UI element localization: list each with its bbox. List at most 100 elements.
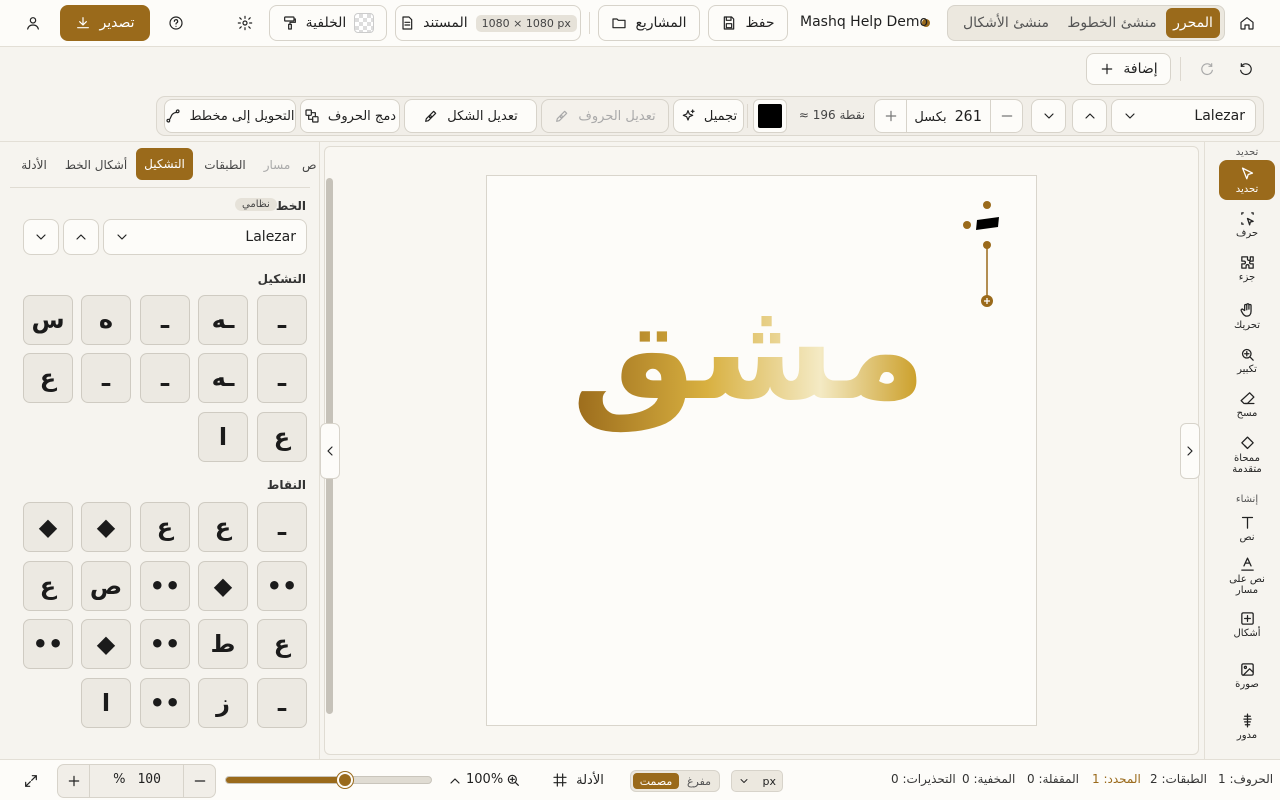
dots-tile[interactable]: ◆ bbox=[23, 502, 73, 552]
font-select[interactable]: Lalezar bbox=[1111, 99, 1256, 133]
edit-shape-button[interactable]: تعديل الشكل bbox=[404, 99, 537, 133]
tab-tashkeel[interactable]: التشكيل bbox=[136, 148, 193, 180]
size-increase-button[interactable] bbox=[875, 100, 907, 132]
artboard[interactable]: مشق bbox=[486, 175, 1037, 726]
redo-button[interactable] bbox=[1193, 55, 1221, 83]
tashkeel-tile[interactable]: ع bbox=[23, 353, 73, 403]
convert-to-path-button[interactable]: التحويل إلى مخطط bbox=[164, 99, 296, 133]
zoom-slider-thumb[interactable] bbox=[336, 772, 353, 788]
fullscreen-button[interactable] bbox=[18, 768, 44, 794]
undo-button[interactable] bbox=[1232, 55, 1260, 83]
dots-tile[interactable]: •• bbox=[257, 561, 307, 611]
tab-layers[interactable]: الطبقات bbox=[198, 150, 252, 180]
tab-guides[interactable]: الأدلة bbox=[14, 150, 54, 180]
tool-erase[interactable]: مسح bbox=[1219, 390, 1275, 419]
zoom-slider[interactable] bbox=[225, 772, 432, 788]
collapse-left-panel-button[interactable] bbox=[320, 423, 340, 479]
dots-tile[interactable]: ع bbox=[198, 502, 248, 552]
tashkeel-tile[interactable]: ع bbox=[257, 412, 307, 462]
color-picker[interactable] bbox=[753, 99, 787, 133]
tool-move[interactable]: تحريك bbox=[1219, 302, 1275, 331]
tashkeel-tile[interactable]: ـ bbox=[257, 295, 307, 345]
guides-toggle[interactable]: الأدلة bbox=[546, 767, 610, 793]
dots-tile[interactable]: ز bbox=[198, 678, 248, 728]
tashkeel-tile[interactable]: ـه bbox=[198, 353, 248, 403]
zoom-out-button[interactable] bbox=[183, 765, 215, 797]
zoom-input[interactable]: % 100 bbox=[92, 772, 182, 787]
tab-shape-builder[interactable]: منشئ الأشكال bbox=[954, 8, 1058, 38]
tashkeel-tile[interactable]: س bbox=[23, 295, 73, 345]
tool-image-label: صورة bbox=[1235, 679, 1259, 690]
tashkeel-tile[interactable]: ـ bbox=[140, 295, 190, 345]
tool-letter[interactable]: حرف bbox=[1219, 210, 1275, 239]
size-input[interactable]: بكسل 261 bbox=[908, 107, 988, 125]
tool-text-label: نص bbox=[1239, 532, 1255, 543]
dots-tile[interactable]: ـ bbox=[257, 502, 307, 552]
tool-text[interactable]: نص bbox=[1219, 514, 1275, 543]
dots-tile[interactable]: ـ bbox=[257, 678, 307, 728]
tool-text-on-path[interactable]: نص على مسار bbox=[1219, 556, 1275, 596]
tab-text[interactable]: ص bbox=[302, 150, 319, 180]
projects-button[interactable]: المشاريع bbox=[598, 5, 700, 41]
create-section-title: إنشاء bbox=[1235, 494, 1259, 505]
dots-tile[interactable]: ◆ bbox=[198, 561, 248, 611]
tashkeel-tile[interactable]: ـ bbox=[257, 353, 307, 403]
document-button[interactable]: المستند 1080 × 1080 px bbox=[395, 5, 581, 41]
fill-mode-hollow[interactable]: مفرغ bbox=[681, 773, 717, 789]
home-button[interactable] bbox=[1232, 9, 1262, 37]
tool-zoom[interactable]: تكبير bbox=[1219, 346, 1275, 375]
tools-sidebar: تحديد تحديد حرف جزء تحريك تكبير مسح ممحا… bbox=[1204, 142, 1280, 759]
zoom-fit-button[interactable] bbox=[502, 769, 524, 791]
tool-select[interactable]: تحديد bbox=[1219, 166, 1275, 195]
artwork-text[interactable]: مشق bbox=[571, 269, 926, 432]
tab-font-builder[interactable]: منشئ الخطوط bbox=[1062, 8, 1162, 38]
panel-font-select[interactable]: Lalezar bbox=[103, 219, 307, 255]
font-prev-button[interactable] bbox=[1031, 99, 1066, 133]
tool-advanced-eraser[interactable]: ممحاة متقدمة bbox=[1219, 435, 1275, 475]
help-button[interactable] bbox=[163, 9, 189, 37]
tool-image[interactable]: صورة bbox=[1219, 661, 1275, 690]
edit-letters-button[interactable]: تعديل الحروف bbox=[541, 99, 669, 133]
dots-tile[interactable]: •• bbox=[140, 619, 190, 669]
dots-tile[interactable]: ◆ bbox=[81, 502, 131, 552]
panel-font-prev-button[interactable] bbox=[23, 219, 59, 255]
zoom-presets-button[interactable] bbox=[446, 770, 464, 792]
dots-tile[interactable]: ص bbox=[81, 561, 131, 611]
export-button[interactable]: تصدير bbox=[60, 5, 150, 41]
tab-font-shapes[interactable]: أشكال الخط bbox=[60, 150, 132, 180]
tool-shapes[interactable]: أشكال bbox=[1219, 610, 1275, 639]
tool-part[interactable]: جزء bbox=[1219, 254, 1275, 283]
dots-tile[interactable]: ◆ bbox=[81, 619, 131, 669]
tab-path[interactable]: مسار bbox=[258, 150, 296, 180]
collapse-right-panel-button[interactable] bbox=[1180, 423, 1200, 479]
tashkeel-tile[interactable]: ـه bbox=[198, 295, 248, 345]
tashkeel-tile[interactable]: ـ bbox=[140, 353, 190, 403]
panel-font-next-button[interactable] bbox=[63, 219, 99, 255]
tab-editor[interactable]: المحرر bbox=[1166, 8, 1220, 38]
fill-mode-solid[interactable]: مصمت bbox=[633, 773, 679, 789]
merge-letters-button[interactable]: دمج الحروف bbox=[300, 99, 400, 133]
dots-tile[interactable]: ع bbox=[140, 502, 190, 552]
add-button[interactable]: إضافة bbox=[1086, 53, 1171, 85]
dots-tile[interactable]: ع bbox=[23, 561, 73, 611]
zoom-in-button[interactable] bbox=[58, 765, 90, 797]
dots-tile[interactable]: ع bbox=[257, 619, 307, 669]
background-button[interactable]: الخلفية bbox=[269, 5, 387, 41]
settings-button[interactable] bbox=[232, 9, 258, 37]
beautify-button[interactable]: تجميل bbox=[673, 99, 744, 133]
dots-tile[interactable]: •• bbox=[140, 678, 190, 728]
account-button[interactable] bbox=[20, 9, 46, 37]
tool-rotate[interactable]: مدور bbox=[1219, 712, 1275, 741]
dots-tile[interactable]: •• bbox=[23, 619, 73, 669]
save-button[interactable]: حفظ bbox=[708, 5, 788, 41]
unit-select[interactable]: px bbox=[731, 770, 783, 792]
size-decrease-button[interactable] bbox=[990, 100, 1022, 132]
tashkeel-tile[interactable]: ـ bbox=[81, 353, 131, 403]
selection-handles[interactable] bbox=[963, 201, 999, 307]
dots-tile[interactable]: ط bbox=[198, 619, 248, 669]
dots-tile[interactable]: ا bbox=[81, 678, 131, 728]
dots-tile[interactable]: •• bbox=[140, 561, 190, 611]
tashkeel-tile[interactable]: ه bbox=[81, 295, 131, 345]
font-next-button[interactable] bbox=[1072, 99, 1107, 133]
tashkeel-tile[interactable]: ا bbox=[198, 412, 248, 462]
